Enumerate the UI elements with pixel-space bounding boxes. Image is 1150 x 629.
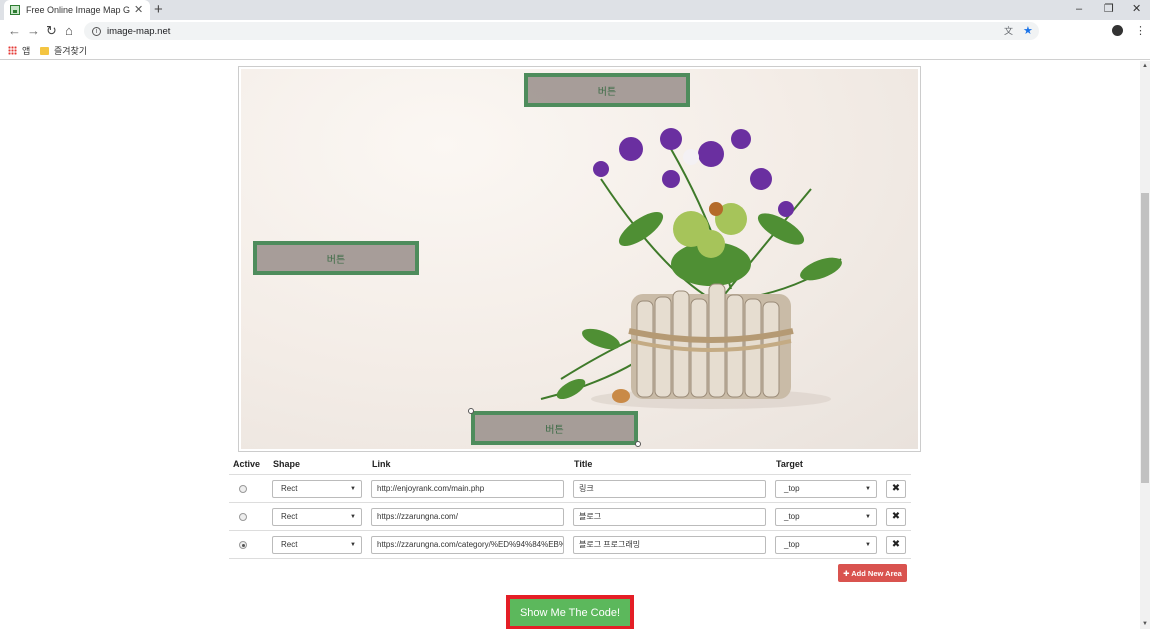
map-area-button-1[interactable]: 버튼 (524, 73, 690, 107)
folder-icon (40, 46, 49, 55)
shape-value: Rect (281, 484, 298, 493)
bookmarks-bar: 앱 즐겨찾기 (0, 42, 1150, 60)
tab-title: Free Online Image Map Genera (26, 5, 130, 15)
target-select[interactable]: _top ▼ (775, 480, 877, 498)
show-code-highlight: Show Me The Code! (506, 595, 634, 629)
header-target: Target (776, 459, 803, 469)
shape-value: Rect (281, 512, 298, 521)
delete-area-button[interactable]: ✖ (886, 508, 906, 526)
shape-select[interactable]: Rect ▼ (272, 480, 362, 498)
target-value: _top (784, 512, 800, 521)
browser-tab[interactable]: Free Online Image Map Genera ✕ (4, 0, 150, 20)
scroll-down-icon[interactable]: ▼ (1140, 621, 1150, 627)
bookmark-apps[interactable]: 앱 (8, 44, 30, 57)
chevron-down-icon: ▼ (865, 542, 871, 548)
title-input[interactable]: 블로그 프로그래밍 (573, 536, 766, 554)
delete-area-button[interactable]: ✖ (886, 536, 906, 554)
table-row: Rect ▼ http://enjoyrank.com/main.php 링크 … (229, 475, 911, 503)
table-row: Rect ▼ https://zzarungna.com/ 블로그 _top ▼… (229, 503, 911, 531)
chevron-down-icon: ▼ (865, 514, 871, 520)
link-input[interactable]: https://zzarungna.com/ (371, 508, 564, 526)
table-header: Active Shape Link Title Target (229, 453, 911, 475)
close-window-icon[interactable]: ✕ (1132, 2, 1141, 16)
tab-strip: Free Online Image Map Genera ✕ + – ❐ ✕ (0, 0, 1150, 20)
area-label: 버튼 (545, 424, 564, 436)
active-radio[interactable] (239, 485, 247, 493)
bookmark-star-icon[interactable]: ★ (1023, 24, 1033, 38)
page-scrollbar[interactable]: ▲ ▼ (1140, 61, 1150, 629)
chevron-down-icon: ▼ (350, 486, 356, 492)
chevron-down-icon: ▼ (865, 486, 871, 492)
header-link: Link (372, 459, 391, 469)
area-label: 버튼 (597, 86, 617, 98)
show-code-button[interactable]: Show Me The Code! (510, 599, 630, 626)
area-label: 버튼 (326, 254, 346, 266)
translate-icon[interactable]: 文 (1004, 24, 1013, 38)
map-area-button-2[interactable]: 버튼 (253, 241, 419, 275)
new-tab-icon[interactable]: + (154, 1, 163, 19)
bookmark-favorites[interactable]: 즐겨찾기 (40, 44, 87, 57)
delete-area-button[interactable]: ✖ (886, 480, 906, 498)
shape-value: Rect (281, 540, 298, 549)
chevron-down-icon: ▼ (350, 514, 356, 520)
active-radio[interactable] (239, 513, 247, 521)
target-select[interactable]: _top ▼ (775, 508, 877, 526)
title-input[interactable]: 링크 (573, 480, 766, 498)
tab-close-icon[interactable]: ✕ (134, 4, 143, 16)
header-active: Active (233, 459, 261, 469)
address-bar[interactable]: i image-map.net (84, 22, 1039, 40)
image-map-frame: 버튼 버튼 버튼 (238, 66, 921, 452)
home-icon[interactable]: ⌂ (65, 24, 73, 38)
forward-icon[interactable]: → (27, 24, 40, 38)
back-icon[interactable]: ← (8, 24, 21, 38)
resize-handle-bottom-right[interactable] (635, 441, 641, 447)
scroll-up-icon[interactable]: ▲ (1140, 63, 1150, 69)
url-text: image-map.net (107, 25, 171, 37)
header-title: Title (574, 459, 593, 469)
image-favicon-icon (10, 5, 20, 15)
flower-basket-photo[interactable]: 버튼 버튼 버튼 (241, 69, 918, 449)
shape-select[interactable]: Rect ▼ (272, 508, 362, 526)
areas-table: Active Shape Link Title Target Rect ▼ ht… (229, 453, 911, 559)
site-info-icon[interactable]: i (92, 26, 101, 36)
active-radio[interactable] (239, 541, 247, 549)
shape-select[interactable]: Rect ▼ (272, 536, 362, 554)
reload-icon[interactable]: ↻ (46, 24, 57, 38)
table-row: Rect ▼ https://zzarungna.com/category/%E… (229, 531, 911, 559)
target-value: _top (784, 484, 800, 493)
restore-icon[interactable]: ❐ (1104, 2, 1114, 16)
header-shape: Shape (273, 459, 301, 469)
map-area-button-3[interactable]: 버튼 (471, 411, 638, 445)
apps-grid-icon (8, 46, 17, 55)
target-select[interactable]: _top ▼ (775, 536, 877, 554)
link-input[interactable]: https://zzarungna.com/category/%ED%94%84… (371, 536, 564, 554)
menu-icon[interactable]: ⋮ (1135, 24, 1146, 38)
chevron-down-icon: ▼ (350, 542, 356, 548)
minimize-icon[interactable]: – (1076, 2, 1082, 16)
bookmark-label: 즐겨찾기 (54, 46, 88, 56)
resize-handle-top-left[interactable] (468, 408, 474, 414)
add-new-area-button[interactable]: ✚ Add New Area (838, 564, 907, 582)
browser-toolbar: ← → ↻ ⌂ i image-map.net 文 ★ ⋮ (0, 20, 1150, 42)
profile-avatar[interactable] (1112, 25, 1123, 36)
title-input[interactable]: 블로그 (573, 508, 766, 526)
link-input[interactable]: http://enjoyrank.com/main.php (371, 480, 564, 498)
page-viewport: 버튼 버튼 버튼 Active Shape Link Title Target … (0, 61, 1150, 629)
bookmark-label: 앱 (22, 46, 31, 56)
scrollbar-thumb[interactable] (1141, 193, 1149, 483)
target-value: _top (784, 540, 800, 549)
